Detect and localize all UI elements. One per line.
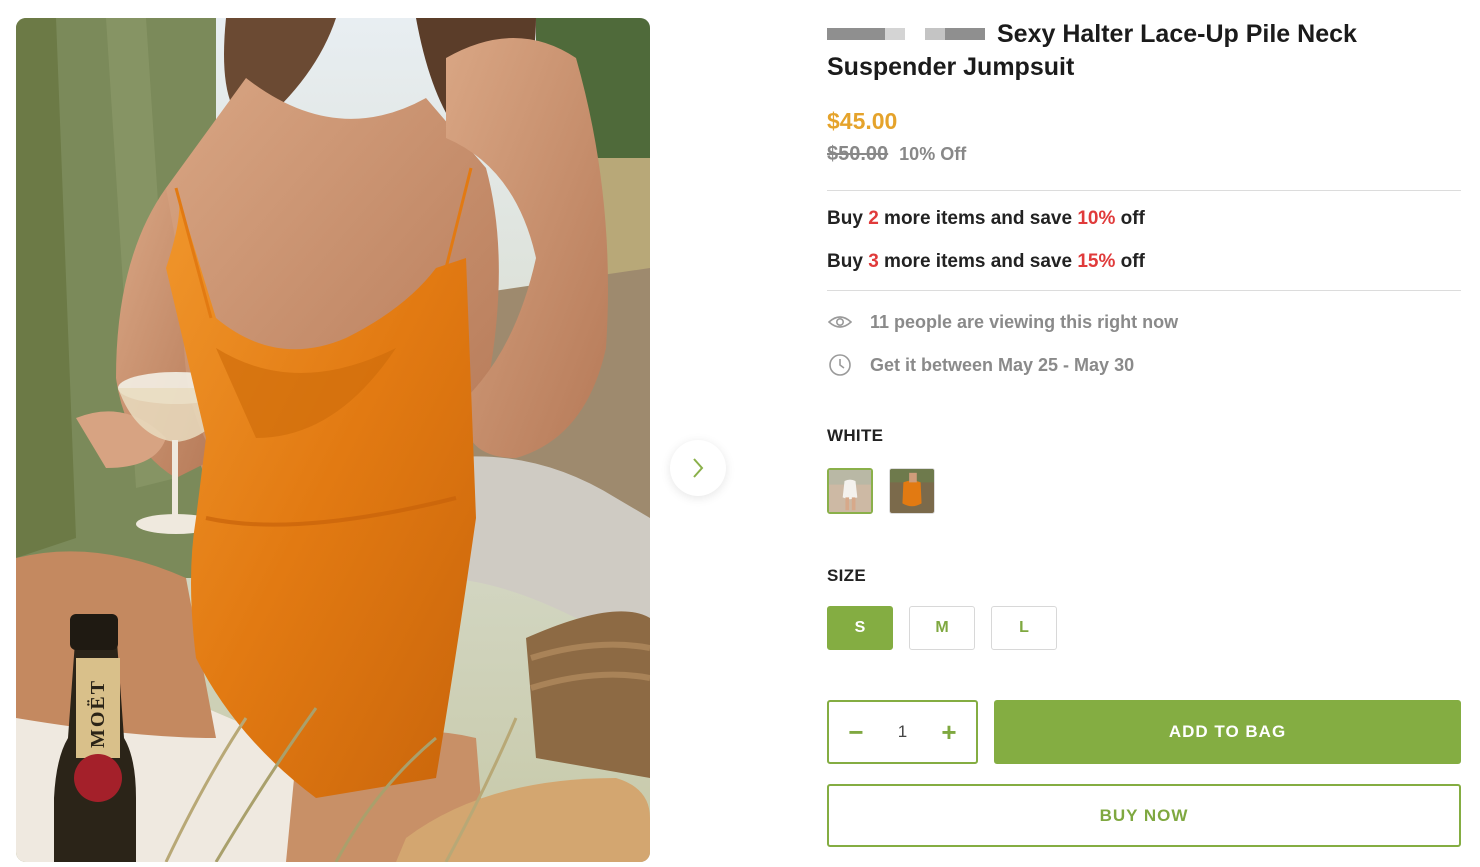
purchase-row: − 1 + ADD TO BAG — [827, 700, 1461, 764]
product-title: Sexy Halter Lace-Up Pile Neck Suspender … — [827, 18, 1461, 84]
chevron-right-icon — [693, 458, 704, 478]
color-swatches — [827, 468, 1461, 514]
clock-icon — [827, 353, 853, 377]
size-option-s[interactable]: S — [827, 606, 893, 650]
swatch-orange[interactable] — [889, 468, 935, 514]
increase-quantity-button[interactable]: + — [938, 719, 960, 745]
compare-price: $50.00 — [827, 143, 889, 165]
next-image-button[interactable] — [670, 440, 726, 496]
compare-price-row: $50.00 10% Off — [827, 143, 1461, 166]
viewers-info: 11 people are viewing this right now — [827, 310, 1461, 334]
buy-now-button[interactable]: BUY NOW — [827, 784, 1461, 847]
decrease-quantity-button[interactable]: − — [845, 719, 867, 745]
promo-line: Buy 2 more items and save 10% off — [827, 208, 1145, 229]
size-label: SIZE — [827, 566, 866, 585]
size-option-m[interactable]: M — [909, 606, 975, 650]
eye-icon — [827, 310, 853, 334]
sale-price: $45.00 — [827, 108, 898, 134]
promo-count: 3 — [868, 251, 879, 272]
divider — [827, 290, 1461, 291]
color-label: WHITE — [827, 426, 884, 445]
quantity-stepper: − 1 + — [827, 700, 978, 764]
divider — [827, 190, 1461, 191]
brand-logo-redacted — [827, 22, 989, 44]
product-image[interactable]: MOËT — [16, 18, 650, 862]
discount-label: 10% Off — [899, 144, 967, 164]
delivery-info: Get it between May 25 - May 30 — [827, 353, 1461, 377]
promo-count: 2 — [868, 208, 879, 229]
swatch-white[interactable] — [827, 468, 873, 514]
size-options: S M L — [827, 606, 1461, 650]
bottle-label: MOËT — [86, 679, 109, 748]
product-photo: MOËT — [16, 18, 650, 862]
quantity-value[interactable]: 1 — [898, 722, 907, 742]
add-to-bag-button[interactable]: ADD TO BAG — [994, 700, 1461, 764]
viewers-text: 11 people are viewing this right now — [870, 311, 1179, 332]
size-option-l[interactable]: L — [991, 606, 1057, 650]
promo-percent: 15% — [1077, 251, 1116, 272]
promo-line: Buy 3 more items and save 15% off — [827, 251, 1145, 272]
product-info: Sexy Halter Lace-Up Pile Neck Suspender … — [827, 18, 1461, 847]
delivery-text: Get it between May 25 - May 30 — [870, 354, 1135, 375]
promo-percent: 10% — [1077, 208, 1116, 229]
